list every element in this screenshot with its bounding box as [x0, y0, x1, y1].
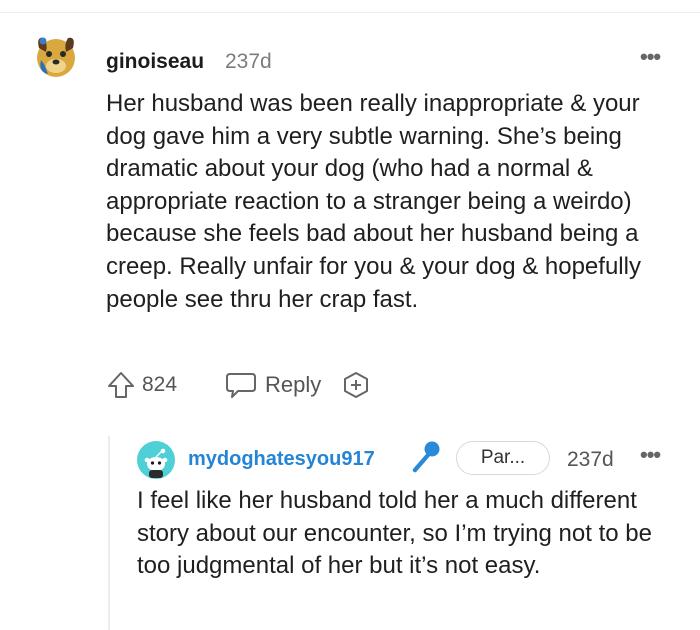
reply-label: Reply — [265, 372, 322, 397]
reply-body: I feel like her husband told her a much … — [137, 487, 652, 579]
reply-age: 237d — [567, 448, 614, 471]
comment-age: 237d — [225, 50, 272, 73]
upvote-arrow-icon[interactable] — [106, 370, 136, 400]
reply-author[interactable]: mydoghatesyou917 — [188, 448, 375, 471]
snoo-avatar-icon[interactable] — [136, 440, 176, 480]
thread-line[interactable] — [108, 436, 110, 630]
user-flair[interactable]: Par... — [456, 441, 550, 475]
dog-avatar-icon[interactable] — [30, 30, 82, 82]
comment-body: Her husband was been really inappropriat… — [106, 90, 641, 313]
menu-dots-icon[interactable]: ••• — [640, 44, 661, 70]
microphone-icon — [412, 441, 440, 473]
award-plus-icon[interactable] — [341, 370, 371, 400]
top-divider — [0, 12, 700, 13]
reply-bubble-icon — [226, 373, 257, 398]
reply-button[interactable]: Reply — [225, 371, 341, 399]
menu-dots-icon[interactable]: ••• — [640, 442, 661, 468]
comment-author[interactable]: ginoiseau — [106, 50, 204, 74]
comment-actions: 824 Reply — [106, 368, 371, 402]
vote-score: 824 — [142, 373, 178, 396]
